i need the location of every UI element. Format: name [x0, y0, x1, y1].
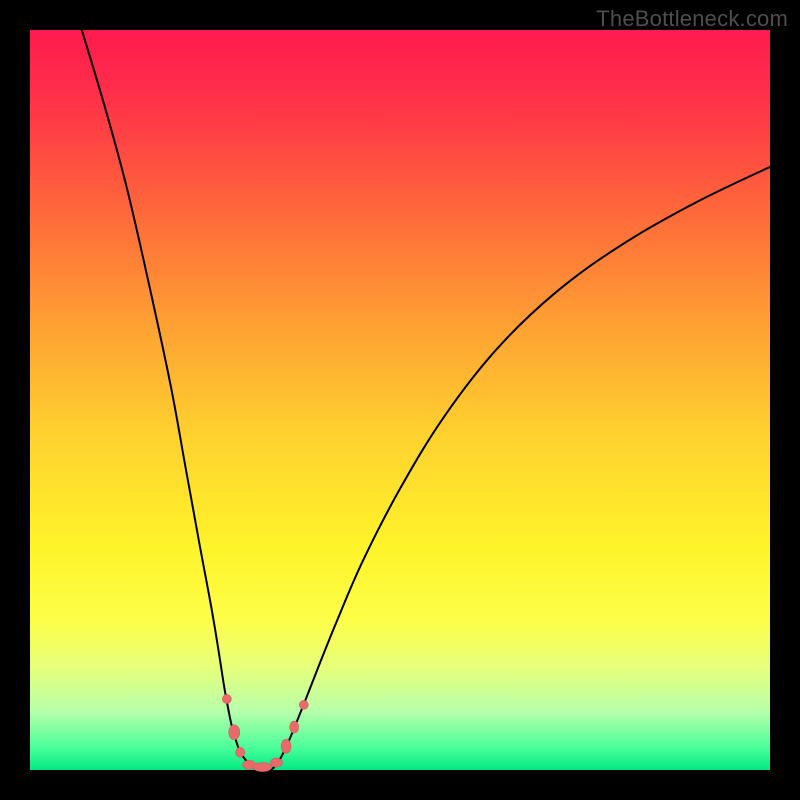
data-marker: [290, 721, 299, 733]
data-marker: [253, 763, 272, 772]
curve-right-branch: [274, 167, 770, 767]
curve-layer: [30, 30, 770, 770]
data-marker: [222, 694, 231, 703]
curve-left-branch: [82, 30, 252, 767]
watermark-text: TheBottleneck.com: [596, 6, 788, 32]
marker-group: [222, 694, 308, 771]
chart-frame: TheBottleneck.com: [0, 0, 800, 800]
data-marker: [281, 739, 291, 753]
data-marker: [229, 725, 240, 740]
data-marker: [270, 758, 282, 767]
data-marker: [236, 747, 245, 757]
data-marker: [299, 700, 308, 709]
